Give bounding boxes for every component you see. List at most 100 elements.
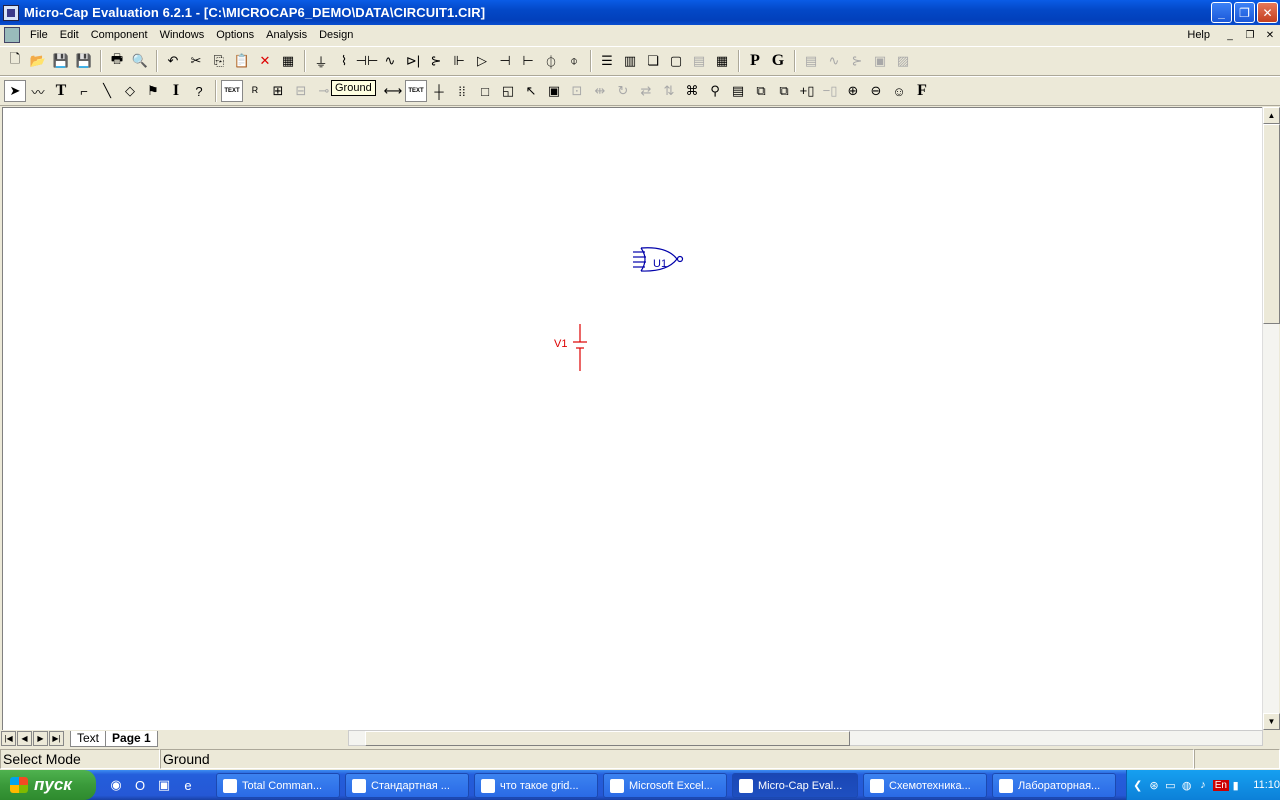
border-icon[interactable]: □ [474, 80, 496, 102]
p-button[interactable]: P [744, 50, 766, 72]
tab-page-1[interactable]: Page 1 [105, 730, 158, 747]
help-pointer-icon[interactable]: ? [188, 80, 210, 102]
tab-text[interactable]: Text [70, 730, 107, 747]
color-palette-icon[interactable]: ☺ [888, 80, 910, 102]
battery-v1[interactable] [573, 324, 587, 371]
menu-analysis[interactable]: Analysis [260, 29, 313, 41]
window-icon[interactable]: ▢ [665, 50, 687, 72]
zoom-in-icon[interactable]: ⊕ [842, 80, 864, 102]
zoom-out-icon[interactable]: ⊖ [865, 80, 887, 102]
text-tool-button[interactable]: T [50, 80, 72, 102]
start-button[interactable]: пуск [0, 770, 96, 800]
menu-windows[interactable]: Windows [154, 29, 211, 41]
pin-connection-icon[interactable]: ⟷ [382, 80, 404, 102]
disabled-tool-4-icon[interactable]: ▣ [869, 50, 891, 72]
task-excel[interactable]: Microsoft Excel... [603, 773, 727, 798]
transistor-icon[interactable]: ⊱ [425, 50, 447, 72]
tile-horizontal-icon[interactable]: ☰ [596, 50, 618, 72]
chart-icon[interactable]: ▮ [1229, 777, 1242, 793]
horizontal-scrollbar[interactable] [348, 730, 1263, 746]
probe-icon[interactable]: ⌘ [681, 80, 703, 102]
rotate-icon[interactable]: ↻ [612, 80, 634, 102]
app-icon[interactable] [3, 4, 19, 21]
browser-icon[interactable]: e [178, 775, 198, 795]
disabled-tool-5-icon[interactable]: ▨ [892, 50, 914, 72]
horizontal-scroll-thumb[interactable] [365, 731, 850, 746]
opera-icon[interactable]: O [130, 775, 150, 795]
grid-icon[interactable]: ⁞⁞ [451, 80, 473, 102]
text-mode-2-button[interactable]: TEXT [405, 80, 427, 102]
task-lab-work[interactable]: Лабораторная... [992, 773, 1116, 798]
diode-icon[interactable]: ⊳| [402, 50, 424, 72]
g-button[interactable]: G [767, 50, 789, 72]
task-micro-cap[interactable]: Micro-Cap Eval... [732, 773, 858, 798]
disabled-tool-1-icon[interactable]: ▤ [800, 50, 822, 72]
task-grid-search[interactable]: что такое grid... [474, 773, 598, 798]
scroll-down-arrow-icon[interactable]: ▼ [1263, 713, 1280, 730]
disabled-tool-10-icon[interactable]: ⊡ [566, 80, 588, 102]
task-standard[interactable]: Стандартная ... [345, 773, 469, 798]
graphics-shapes-icon[interactable]: ◇ [119, 80, 141, 102]
undo-icon[interactable]: ↶ [162, 50, 184, 72]
schematic-canvas[interactable]: U1 V1 [2, 107, 1262, 730]
select-all-icon[interactable]: ▦ [277, 50, 299, 72]
menu-edit[interactable]: Edit [54, 29, 85, 41]
save-all-icon[interactable]: 💾 [73, 50, 95, 72]
copy-icon[interactable]: ⎘ [208, 50, 230, 72]
document-icon[interactable] [4, 27, 20, 43]
properties-icon[interactable]: ▣ [543, 80, 565, 102]
delete-icon[interactable]: ✕ [254, 50, 276, 72]
restore-button[interactable]: ❐ [1234, 2, 1255, 23]
text-mode-button[interactable]: TEXT [221, 80, 243, 102]
scroll-up-arrow-icon[interactable]: ▲ [1263, 107, 1280, 124]
info-tool-button[interactable]: I [165, 80, 187, 102]
find-binoculars-icon[interactable]: ⚲ [704, 80, 726, 102]
print-icon[interactable]: 🖶 [106, 50, 128, 72]
diagonal-wire-icon[interactable]: ╲ [96, 80, 118, 102]
print-preview-icon[interactable]: 🔍 [129, 50, 151, 72]
ground-icon[interactable]: ⏚ [310, 50, 332, 72]
minimize-button[interactable]: _ [1211, 2, 1232, 23]
open-folder-icon[interactable]: 📂 [27, 50, 49, 72]
select-arrow-icon[interactable]: ➤ [4, 80, 26, 102]
current-source-icon[interactable]: ⏀ [540, 50, 562, 72]
first-page-icon[interactable]: |◀ [1, 731, 16, 746]
disk-icon[interactable]: ▣ [154, 775, 174, 795]
clock[interactable]: 11:10 [1253, 779, 1280, 791]
monitor-icon[interactable]: ▭ [1164, 777, 1177, 793]
doc-minimize-button[interactable]: _ [1224, 30, 1236, 41]
orthogonal-wire-icon[interactable]: ⌐ [73, 80, 95, 102]
pin-names-icon[interactable]: ᴿ [244, 80, 266, 102]
wire-icon[interactable]: 〰 [27, 80, 49, 102]
tray-expand-icon[interactable]: ❮ [1131, 777, 1144, 793]
firefox-icon[interactable]: ◉ [106, 775, 126, 795]
mirror-icon[interactable]: ⇅ [658, 80, 680, 102]
delete-page-icon[interactable]: −▯ [819, 80, 841, 102]
menu-help[interactable]: Help [1181, 29, 1216, 41]
network-icon[interactable]: ⊛ [1147, 777, 1160, 793]
add-page-icon[interactable]: +▯ [796, 80, 818, 102]
dc-source-icon[interactable]: ⊢ [517, 50, 539, 72]
flag-icon[interactable]: ⚑ [142, 80, 164, 102]
vertical-scroll-thumb[interactable] [1263, 124, 1280, 324]
last-page-icon[interactable]: ▶| [49, 731, 64, 746]
pointer-icon[interactable]: ↖ [520, 80, 542, 102]
volume-icon[interactable]: ♪ [1196, 777, 1209, 793]
font-button[interactable]: F [911, 80, 933, 102]
disabled-tool-6-icon[interactable]: ⊟ [290, 80, 312, 102]
vertical-scrollbar[interactable]: ▲ ▼ [1262, 107, 1280, 730]
disabled-tool-2-icon[interactable]: ∿ [823, 50, 845, 72]
voltage-source-icon[interactable]: ⌽ [563, 50, 585, 72]
task-total-commander[interactable]: Total Comman... [216, 773, 340, 798]
language-indicator[interactable]: En [1212, 779, 1229, 791]
menu-component[interactable]: Component [85, 29, 154, 41]
tile-vertical-icon[interactable]: ▥ [619, 50, 641, 72]
close-button[interactable]: ✕ [1257, 2, 1278, 23]
globe-icon[interactable]: ◍ [1180, 777, 1193, 793]
cascade-icon[interactable]: ❏ [642, 50, 664, 72]
mosfet-icon[interactable]: ⊩ [448, 50, 470, 72]
doc-restore-button[interactable]: ❐ [1244, 30, 1256, 41]
next-page-icon[interactable]: ▶ [33, 731, 48, 746]
cross-icon[interactable]: ┼ [428, 80, 450, 102]
send-back-icon[interactable]: ⧉ [773, 80, 795, 102]
